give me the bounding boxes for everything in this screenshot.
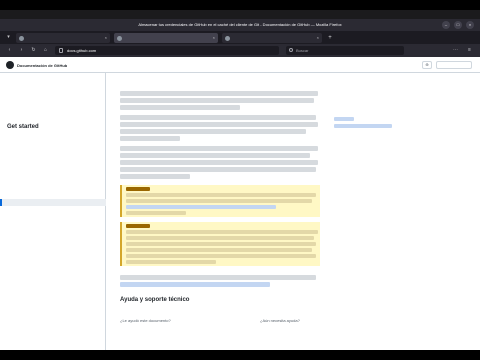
site-search-input[interactable] (436, 61, 472, 69)
system-top-bar (0, 10, 480, 19)
tab-list-icon[interactable]: ▾ (5, 34, 12, 41)
article-content: Ayuda y soporte técnico ¿Le ayudó este d… (110, 73, 322, 350)
sidebar-item[interactable] (0, 248, 106, 255)
extensions-icon[interactable]: ⋯ (452, 47, 459, 54)
search-placeholder: Buscar (296, 48, 309, 53)
sidebar-item[interactable] (0, 171, 106, 178)
close-tab-icon[interactable]: × (317, 35, 319, 40)
favicon-icon (19, 36, 24, 41)
letterbox-bottom (0, 350, 480, 360)
tab-3[interactable]: × (222, 33, 322, 43)
window-titlebar: Almacenar tus credenciales de GitHub en … (0, 19, 480, 31)
sidebar-item[interactable] (0, 297, 106, 304)
sidebar-item[interactable] (0, 227, 106, 234)
window-controls: – □ × (442, 21, 474, 29)
menu-icon[interactable]: ≡ (466, 47, 473, 54)
feedback-question: ¿Le ayudó este documento? (120, 318, 171, 323)
sidebar-item[interactable] (0, 276, 106, 283)
site-name[interactable]: Documentación de GitHub (17, 63, 67, 68)
in-this-article-panel (322, 73, 480, 350)
browser-search-input[interactable]: Buscar (286, 46, 404, 55)
window-title: Almacenar tus credenciales de GitHub en … (138, 22, 342, 27)
help-heading: Ayuda y soporte técnico (120, 297, 190, 303)
favicon-icon (225, 36, 230, 41)
sidebar: Get started (0, 73, 106, 350)
sidebar-item[interactable] (0, 206, 106, 213)
sidebar-item[interactable] (0, 192, 106, 199)
url-host: docs.github.com (67, 48, 97, 53)
toc-link[interactable] (334, 117, 354, 121)
reload-icon[interactable]: ↻ (30, 47, 37, 54)
close-icon[interactable]: × (466, 21, 474, 29)
address-bar[interactable]: docs.github.com (55, 46, 279, 55)
sidebar-item[interactable] (0, 164, 106, 171)
new-tab-icon[interactable]: + (326, 34, 334, 42)
support-question: ¿Aún necesita ayuda? (260, 318, 300, 323)
sidebar-item[interactable] (0, 234, 106, 241)
sidebar-item-active[interactable] (0, 199, 106, 206)
minimize-icon[interactable]: – (442, 21, 450, 29)
toc-link[interactable] (334, 124, 392, 128)
back-icon[interactable]: ‹ (6, 47, 13, 54)
lock-icon (59, 48, 63, 53)
sidebar-item[interactable] (0, 213, 106, 220)
tab-strip: ▾ × × × + (0, 31, 480, 44)
note-label (126, 224, 150, 228)
forward-icon[interactable]: › (18, 47, 25, 54)
article-paragraph (120, 275, 320, 289)
close-tab-icon[interactable]: × (105, 35, 107, 40)
sidebar-item[interactable] (0, 157, 106, 164)
tab-1[interactable]: × (16, 33, 110, 43)
sidebar-item[interactable] (0, 185, 106, 192)
article-paragraph (120, 146, 320, 181)
sidebar-item[interactable] (0, 178, 106, 185)
sidebar-item[interactable] (0, 262, 106, 269)
sidebar-list (0, 136, 106, 304)
sidebar-item[interactable] (0, 283, 106, 290)
sidebar-item[interactable] (0, 143, 106, 150)
article-paragraph (120, 91, 320, 112)
sidebar-item[interactable] (0, 136, 106, 143)
note-callout (120, 185, 320, 217)
sidebar-item[interactable] (0, 255, 106, 262)
article-paragraph (120, 115, 320, 143)
web-page: Documentación de GitHub ⊕ Get started Ay… (0, 57, 480, 350)
maximize-icon[interactable]: □ (454, 21, 462, 29)
letterbox-top (0, 0, 480, 10)
sidebar-item[interactable] (0, 241, 106, 248)
search-icon (289, 48, 293, 52)
sidebar-item[interactable] (0, 150, 106, 157)
language-icon[interactable]: ⊕ (422, 61, 432, 69)
note-label (126, 187, 150, 191)
sidebar-section-title[interactable]: Get started (7, 124, 39, 130)
tab-2[interactable]: × (114, 33, 218, 43)
home-icon[interactable]: ⌂ (42, 47, 49, 54)
sidebar-item[interactable] (0, 290, 106, 297)
github-logo-icon[interactable] (6, 61, 14, 69)
close-tab-icon[interactable]: × (213, 35, 215, 40)
warning-callout (120, 222, 320, 266)
sidebar-item[interactable] (0, 269, 106, 276)
sidebar-item[interactable] (0, 220, 106, 227)
navigation-toolbar: ‹ › ↻ ⌂ docs.github.com Buscar ⋯ ≡ (0, 44, 480, 57)
site-header: Documentación de GitHub ⊕ (0, 57, 480, 73)
favicon-icon (117, 36, 122, 41)
